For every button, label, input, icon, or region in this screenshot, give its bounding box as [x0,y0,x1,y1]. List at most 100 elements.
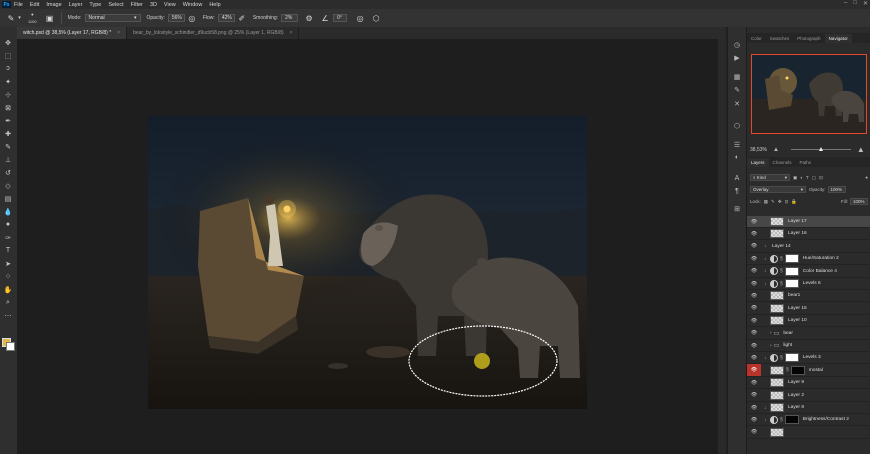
filter-adjust-icon[interactable]: ◐ [800,175,803,180]
menu-view[interactable]: View [164,2,176,8]
menu-filter[interactable]: Filter [131,2,143,8]
tab-paths[interactable]: Paths [796,158,816,167]
tools-preset-icon[interactable]: ✕ [732,99,742,108]
eyedropper-icon[interactable]: ✒ [2,116,14,125]
minimize-icon[interactable]: – [844,0,847,7]
background-color-swatch[interactable] [6,342,15,351]
navigator-thumbnail[interactable] [751,54,867,134]
mode-select[interactable]: Normal ▾ [84,14,141,22]
layer-mask-thumbnail[interactable] [784,353,799,363]
brush-panel-icon[interactable]: ✎ [732,85,742,94]
layer-thumbnail[interactable] [770,229,784,239]
layer-thumbnail[interactable] [770,403,784,412]
gradient-icon[interactable]: ▤ [2,194,14,203]
magic-wand-icon[interactable]: ✦ [2,77,14,86]
eye-icon[interactable]: 👁 [747,315,761,327]
eye-icon[interactable]: 👁 [747,228,761,240]
layer-row[interactable]: 👁 › ▭ bear [747,328,870,340]
clone-stamp-icon[interactable]: ⊥ [2,155,14,164]
blend-mode-select[interactable]: Overlay ▾ [750,186,806,193]
layer-row[interactable]: 👁 Layer 10 [747,315,870,328]
eye-icon[interactable]: 👁 [747,240,761,252]
layer-row[interactable]: 👁 › ▭ light [747,340,870,352]
eye-icon[interactable]: 👁 [747,364,761,377]
navigator-view-frame[interactable] [751,54,867,134]
character-panel-icon[interactable]: A [732,174,742,183]
type-tool-icon[interactable]: T [2,246,14,255]
lock-move-icon[interactable]: ✥ [778,199,782,205]
layer-mask-thumbnail[interactable] [784,254,799,264]
eye-icon[interactable]: 👁 [747,327,761,339]
close-icon[interactable]: ✕ [863,0,868,7]
zoom-value[interactable]: 38,53% [750,147,767,153]
layer-thumbnail[interactable] [770,390,784,400]
layer-mask-thumbnail[interactable] [784,279,799,288]
fill-field[interactable]: 100% [850,198,868,205]
layer-thumbnail[interactable] [770,365,784,375]
opacity-field[interactable]: 56% [167,14,185,22]
layer-row[interactable]: 👁 ↓ Layer 14 [747,241,870,253]
flow-field[interactable]: 42% [217,14,235,22]
close-icon[interactable]: × [117,30,120,36]
layer-row[interactable]: 👁 bear1 [747,290,870,303]
tab-photograph[interactable]: Photograph [793,34,824,43]
eye-icon[interactable]: 👁 [747,414,761,426]
layer-row[interactable]: 👁 Layer 17 [747,216,870,228]
layer-thumbnail[interactable] [770,291,784,301]
eye-icon[interactable]: 👁 [747,290,761,302]
smoothing-field[interactable]: 2% [281,14,299,22]
tab-channels[interactable]: Channels [769,158,796,167]
brush-size-preset[interactable]: • 1100 [28,12,37,24]
libraries-panel-icon[interactable]: ⊞ [732,204,742,213]
eye-icon[interactable]: 👁 [747,278,761,290]
layer-row[interactable]: 👁 ↓ § Hue/Saturation 2 [747,253,870,266]
menu-help[interactable]: Help [209,2,220,8]
layer-row[interactable]: 👁 ↓ § Levels 3 [747,352,870,365]
filter-toggle-icon[interactable]: ● [865,175,868,180]
layer-kind-select[interactable]: ⌕ Kind ▾ [750,174,790,181]
layer-thumbnail[interactable] [770,427,784,437]
layer-row[interactable]: 👁 Layer 16 [747,228,870,241]
layer-thumbnail[interactable] [770,217,784,226]
path-selection-icon[interactable]: ➤ [2,259,14,268]
lock-brush-icon[interactable]: ✎ [771,199,775,205]
menu-select[interactable]: Select [108,2,123,8]
marquee-tool-icon[interactable]: ⬚ [2,51,14,60]
pressure-opacity-icon[interactable]: ◎ [187,13,197,23]
layer-row[interactable]: 👁 § mostal [747,364,870,377]
angle-icon[interactable]: ∠ [320,13,330,23]
maximize-icon[interactable]: □ [853,0,857,7]
layer-row[interactable]: 👁 ↓ § Color Balance 4 [747,266,870,278]
eye-icon[interactable]: 👁 [747,253,761,265]
layer-mask-thumbnail[interactable] [784,415,799,425]
menu-image[interactable]: Image [46,2,61,8]
layer-row[interactable]: 👁 ↓ § Levels 6 [747,278,870,290]
tab-navigator[interactable]: Navigator [824,34,852,43]
tab-color[interactable]: Color [747,34,766,43]
menu-type[interactable]: Type [89,2,101,8]
vertical-scrollbar[interactable] [718,39,725,454]
airbrush-icon[interactable]: ✐ [237,13,247,23]
layer-mask-thumbnail[interactable] [790,365,805,375]
blur-tool-icon[interactable]: 💧 [2,207,14,216]
brush-tool-icon[interactable]: ✎ [2,142,14,151]
document-canvas[interactable] [148,116,587,409]
tab-swatches[interactable]: Swatches [766,34,794,43]
chevron-right-icon[interactable]: › [770,330,772,336]
eye-icon[interactable]: 👁 [747,402,761,414]
hand-tool-icon[interactable]: ✋ [2,285,14,294]
eye-icon[interactable]: 👁 [747,426,761,438]
layer-thumbnail[interactable] [770,316,784,326]
eye-icon[interactable]: 👁 [747,377,761,389]
layer-row[interactable]: 👁 Layer 15 [747,303,870,315]
properties-panel-icon[interactable]: ☰ [732,140,742,149]
eye-icon[interactable]: 👁 [747,389,761,401]
layer-mask-thumbnail[interactable] [784,266,799,276]
tab-layers[interactable]: Layers [747,158,769,167]
menu-3d[interactable]: 3D [150,2,157,8]
dodge-tool-icon[interactable]: ● [2,220,14,229]
brush-panel-icon[interactable]: ▣ [45,13,55,23]
zoom-slider-knob[interactable] [818,147,823,151]
menu-edit[interactable]: Edit [30,2,39,8]
angle-field[interactable]: 0° [333,14,348,22]
